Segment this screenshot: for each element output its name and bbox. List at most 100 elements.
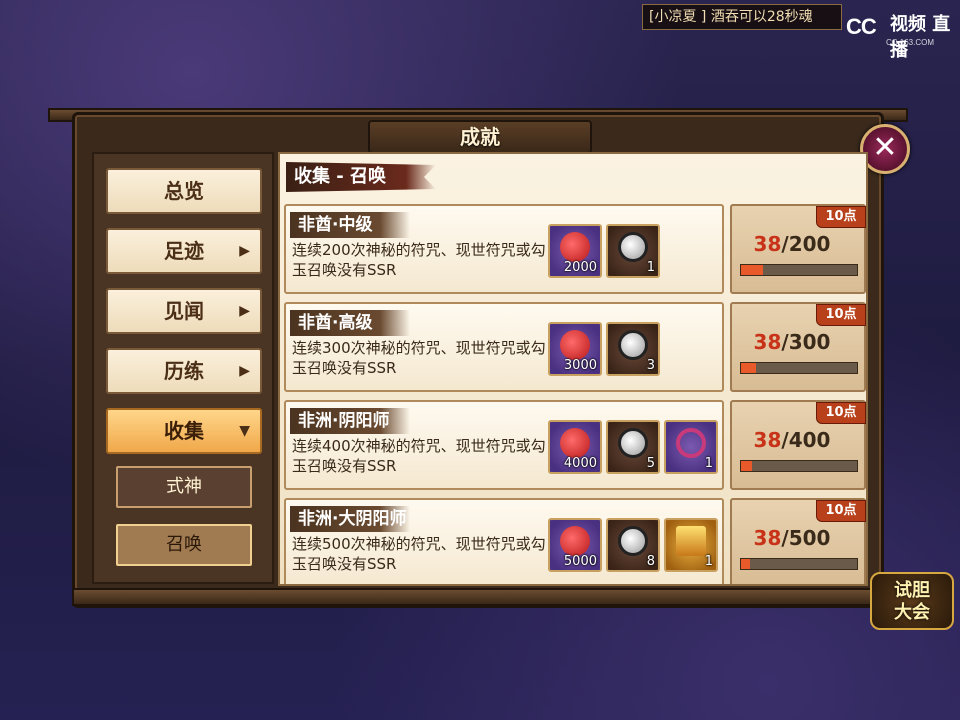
progress-bar — [740, 558, 858, 570]
progress-bar — [740, 460, 858, 472]
reward-count: 2000 — [563, 260, 597, 275]
sidebar-item-training[interactable]: 历练 ▶ — [106, 348, 262, 394]
reward-count: 1 — [704, 554, 713, 569]
jade-icon — [560, 330, 590, 360]
reward-item[interactable]: 1 — [664, 518, 718, 572]
cc-logo-brand: 视频 直播 — [890, 14, 951, 61]
progress-text: 38/400 — [732, 428, 852, 452]
sidebar-item-label: 见闻 — [164, 299, 204, 323]
ssr-icon — [676, 526, 706, 556]
section-label: 收集 - 召唤 — [286, 162, 436, 192]
reward-count: 8 — [646, 554, 655, 569]
reward-count: 3000 — [563, 358, 597, 373]
event-badge-line2: 大会 — [894, 602, 930, 623]
reward-item[interactable]: 1 — [606, 224, 660, 278]
progress-text: 38/300 — [732, 330, 852, 354]
progress-card: 10点 38/200 — [730, 204, 866, 294]
progress-bar-fill — [741, 461, 753, 471]
points-badge: 10点 — [816, 206, 866, 228]
progress-card: 10点 38/300 — [730, 302, 866, 392]
jade-icon — [560, 428, 590, 458]
reward-item[interactable]: 3 — [606, 322, 660, 376]
jade-icon — [560, 232, 590, 262]
achievement-description: 连续300次神秘的符咒、现世符咒或勾玉召唤没有SSR — [292, 339, 546, 377]
progress-total: /200 — [781, 232, 831, 256]
sidebar-subitem-label: 式神 — [166, 476, 202, 497]
event-badge-button[interactable]: 试胆 大会 — [870, 572, 954, 630]
achievement-title: 非酋·中级 — [290, 212, 410, 238]
daruma-icon — [618, 232, 648, 262]
sidebar-subitem-shikigami[interactable]: 式神 — [116, 466, 252, 508]
window-bottom-bar — [72, 588, 884, 606]
reward-item[interactable]: 3000 — [548, 322, 602, 376]
achievement-card: 非酋·高级连续300次神秘的符咒、现世符咒或勾玉召唤没有SSR 3000 3 — [284, 302, 724, 392]
progress-current: 38 — [753, 428, 782, 452]
reward-count: 1 — [704, 456, 713, 471]
ring-icon — [676, 428, 706, 458]
reward-item[interactable]: 2000 — [548, 224, 602, 278]
progress-text: 38/500 — [732, 526, 852, 550]
achievement-row: 非酋·高级连续300次神秘的符咒、现世符咒或勾玉召唤没有SSR 3000 3 10点 3… — [284, 302, 866, 392]
sidebar-item-knowledge[interactable]: 见闻 ▶ — [106, 288, 262, 334]
daruma-icon — [618, 526, 648, 556]
achievement-description: 连续200次神秘的符咒、现世符咒或勾玉召唤没有SSR — [292, 241, 546, 279]
sidebar-subitem-label: 召唤 — [166, 534, 202, 555]
progress-current: 38 — [753, 232, 782, 256]
sidebar-item-label: 总览 — [164, 179, 204, 203]
progress-card: 10点 38/400 — [730, 400, 866, 490]
progress-total: /300 — [781, 330, 831, 354]
reward-count: 1 — [646, 260, 655, 275]
sidebar: 总览 足迹 ▶ 见闻 ▶ 历练 ▶ 收集 ▼ 式神 召唤 — [92, 152, 274, 584]
reward-count: 5 — [646, 456, 655, 471]
progress-text: 38/200 — [732, 232, 852, 256]
progress-total: /500 — [781, 526, 831, 550]
watermark-logo: CC 视频 直播 CC.163.COM — [846, 6, 956, 61]
sidebar-item-overview[interactable]: 总览 — [106, 168, 262, 214]
window-title: 成就 — [368, 120, 592, 154]
reward-item[interactable]: 1 — [664, 420, 718, 474]
chevron-down-icon: ▼ — [239, 423, 250, 439]
progress-card: 10点 38/500 — [730, 498, 866, 584]
event-badge-line1: 试胆 — [894, 580, 930, 601]
achievement-title: 非酋·高级 — [290, 310, 410, 336]
sidebar-item-label: 足迹 — [164, 239, 204, 263]
daruma-icon — [618, 428, 648, 458]
cc-logo-mark: CC — [846, 14, 877, 39]
progress-bar-fill — [741, 363, 756, 373]
sidebar-subitem-summon[interactable]: 召唤 — [116, 524, 252, 566]
chevron-right-icon: ▶ — [239, 363, 250, 379]
sidebar-item-label: 历练 — [164, 359, 204, 383]
achievement-card: 非洲·阴阳师 连续400次神秘的符咒、现世符咒或勾玉召唤没有SSR 4000 5 1 — [284, 400, 724, 490]
achievement-card: 非洲·大阴阳师连续500次神秘的符咒、现世符咒或勾玉召唤没有SSR 5000 8 1 — [284, 498, 724, 584]
achievement-card: 非酋·中级连续200次神秘的符咒、现世符咒或勾玉召唤没有SSR 2000 1 — [284, 204, 724, 294]
sidebar-item-collection[interactable]: 收集 ▼ — [106, 408, 262, 454]
reward-item[interactable]: 5000 — [548, 518, 602, 572]
progress-current: 38 — [753, 526, 782, 550]
chevron-right-icon: ▶ — [239, 243, 250, 259]
chevron-right-icon: ▶ — [239, 303, 250, 319]
progress-bar-fill — [741, 559, 750, 569]
achievement-title: 非洲·阴阳师 — [290, 408, 410, 434]
cc-logo-url: CC.163.COM — [886, 38, 935, 47]
points-badge: 10点 — [816, 304, 866, 326]
reward-item[interactable]: 8 — [606, 518, 660, 572]
achievement-row: 非洲·大阴阳师连续500次神秘的符咒、现世符咒或勾玉召唤没有SSR 5000 8 1 1… — [284, 498, 866, 584]
sidebar-item-label: 收集 — [164, 419, 204, 443]
jade-icon — [560, 526, 590, 556]
reward-item[interactable]: 4000 — [548, 420, 602, 474]
progress-total: /400 — [781, 428, 831, 452]
achievement-row: 非洲·阴阳师 连续400次神秘的符咒、现世符咒或勾玉召唤没有SSR 4000 5 1 10… — [284, 400, 866, 490]
broadcast-notice: [小凉夏 ] 酒吞可以28秒魂 — [642, 4, 842, 30]
progress-bar — [740, 362, 858, 374]
achievement-title: 非洲·大阴阳师 — [290, 506, 410, 532]
progress-current: 38 — [753, 330, 782, 354]
reward-count: 3 — [646, 358, 655, 373]
reward-count: 4000 — [563, 456, 597, 471]
sidebar-item-footprints[interactable]: 足迹 ▶ — [106, 228, 262, 274]
reward-item[interactable]: 5 — [606, 420, 660, 474]
daruma-icon — [618, 330, 648, 360]
progress-bar-fill — [741, 265, 764, 275]
achievement-description: 连续500次神秘的符咒、现世符咒或勾玉召唤没有SSR — [292, 535, 546, 573]
close-icon: ✕ — [872, 130, 898, 165]
achievement-row: 非酋·中级连续200次神秘的符咒、现世符咒或勾玉召唤没有SSR 2000 1 10点 3… — [284, 204, 866, 294]
